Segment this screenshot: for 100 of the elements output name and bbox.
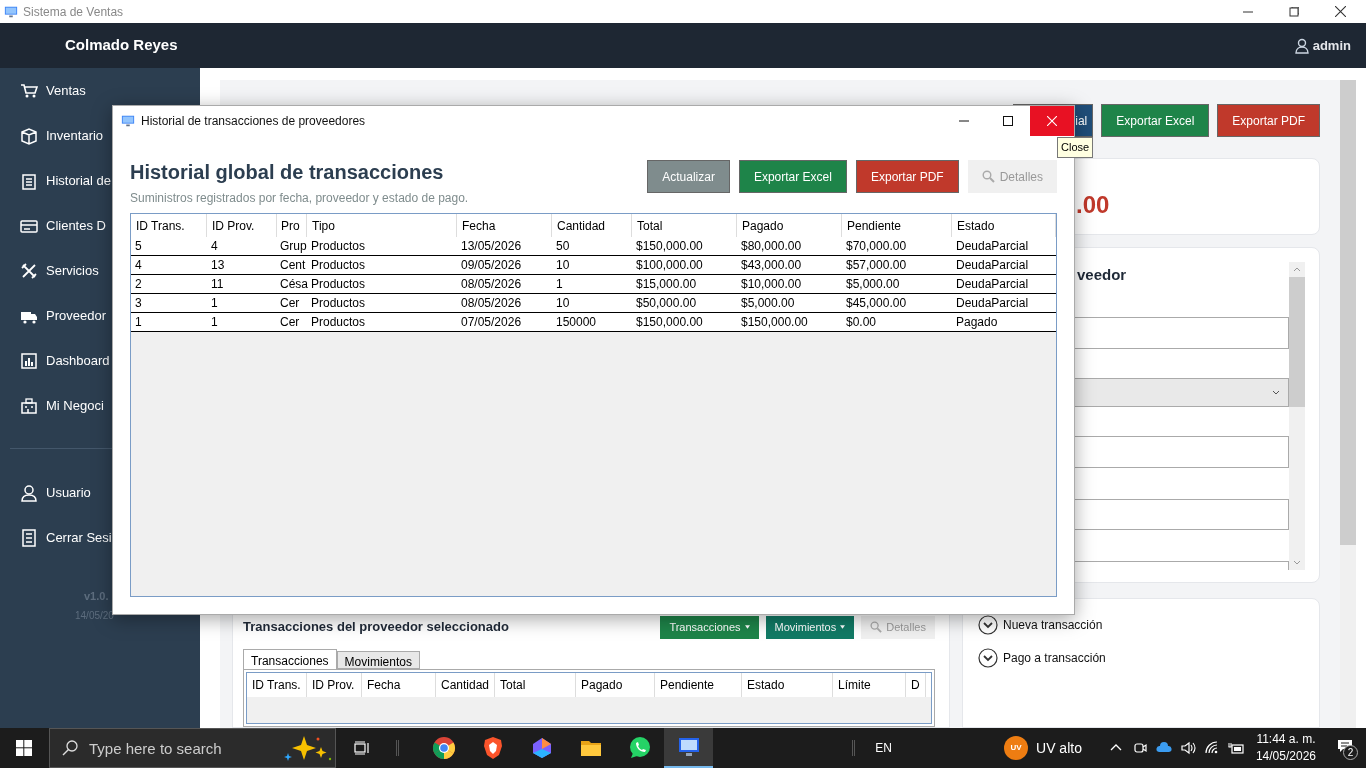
tooltip: Close [1057, 137, 1094, 158]
tab[interactable]: Transacciones [243, 649, 337, 669]
wifi-icon[interactable] [1203, 740, 1220, 756]
table-cell-text: 10 [555, 257, 571, 274]
table-cell-text: $43,000.00 [740, 257, 803, 274]
chrome-icon [431, 736, 456, 760]
column-header[interactable]: Cantidad [436, 673, 495, 697]
sidebar-item[interactable]: Dashboard [0, 338, 200, 383]
search-icon [62, 740, 78, 756]
column-header[interactable]: Límite [833, 673, 906, 697]
table-cell-text: 1 [555, 276, 564, 293]
table-cell-text: 09/05/2026 [460, 257, 523, 274]
table-cell-text: Césa [279, 276, 307, 293]
table-cell-text: 1 [210, 295, 219, 312]
search-icon [870, 621, 883, 633]
sidebar-icon [20, 261, 38, 280]
search-box[interactable]: Type here to search [49, 728, 336, 768]
table-cell-text: Cer [279, 314, 301, 331]
column-header[interactable]: ID Trans. [247, 673, 307, 697]
column-header[interactable]: ID Prov. [307, 673, 362, 697]
expander-toggle[interactable]: Nueva transacción [978, 615, 1319, 635]
column-header[interactable]: Total [495, 673, 576, 697]
camera-icon[interactable] [1131, 740, 1148, 756]
battery-icon[interactable] [1227, 740, 1244, 756]
clock[interactable]: 11:44 a. m. 14/05/2026 [1255, 731, 1316, 765]
close-icon[interactable] [1335, 6, 1346, 17]
monitor-icon [676, 735, 701, 759]
sidebar-icon [20, 81, 38, 100]
scrollbar[interactable] [1289, 262, 1305, 570]
toolbar-button[interactable]: Exportar Excel [1101, 104, 1210, 137]
menu-button[interactable]: Transacciones [660, 615, 759, 639]
summary-value: .00 [1076, 189, 1110, 220]
table-cell-text: 4 [134, 257, 143, 274]
table-cell-text: $0.00 [845, 314, 878, 331]
table-cell-text: 07/05/2026 [460, 314, 523, 331]
maximize-icon[interactable] [1003, 116, 1013, 126]
table-cell-text: Productos [310, 314, 367, 331]
table-cell-text: $5,000.00 [845, 276, 901, 293]
table-cell-text: 50 [555, 238, 571, 255]
table-cell-text: Productos [310, 238, 367, 255]
table-cell-text: 4 [210, 238, 219, 255]
app-icon [121, 114, 135, 128]
table-cell-text: 13/05/2026 [460, 238, 523, 255]
table-cell-text: 08/05/2026 [460, 276, 523, 293]
dialog-heading: Historial global de transacciones [130, 160, 445, 184]
scroll-down-icon [1293, 560, 1301, 565]
table-cell-text: $5,000.00 [740, 295, 796, 312]
scroll-up-icon [1293, 267, 1301, 272]
toolbar-button[interactable]: Exportar PDF [1217, 104, 1320, 137]
column-header[interactable]: D [906, 673, 926, 697]
menu-button[interactable]: Movimientos [765, 615, 855, 639]
speaker-icon[interactable] [1179, 740, 1196, 756]
table-cell-text: 10 [555, 295, 571, 312]
table-cell-text: DeudaParcial [955, 238, 1030, 255]
table-cell-text: $50,000.00 [635, 295, 698, 312]
table-cell-text: Cent [279, 257, 307, 274]
close-icon [1047, 116, 1057, 126]
notification-button[interactable]: 2 [1332, 733, 1360, 763]
dialog-title: Historial de transacciones de proveedores [141, 113, 366, 130]
column-header[interactable]: Fecha [362, 673, 436, 697]
sidebar-item[interactable]: Mi Negoci [0, 383, 200, 428]
table-cell-text: $45,000.00 [845, 295, 908, 312]
table-cell-text: $10,000.00 [740, 276, 803, 293]
table-cell-text: DeudaParcial [955, 276, 1030, 293]
table-cell-text: $150,000.00 [635, 238, 704, 255]
table-cell-text: 13 [210, 257, 226, 274]
scrollbar[interactable] [1340, 80, 1356, 728]
table-cell-text: Productos [310, 276, 367, 293]
toolbar-button[interactable]: Exportar PDF [855, 160, 959, 193]
table-cell-text: $100,000.00 [635, 257, 704, 274]
maximize-icon[interactable] [1289, 6, 1299, 17]
table-cell-text: $150,000.00 [635, 314, 704, 331]
windows-icon [16, 740, 32, 756]
table-cell-text: DeudaParcial [955, 257, 1030, 274]
table-cell-text: 08/05/2026 [460, 295, 523, 312]
sidebar-icon [20, 483, 38, 502]
window-title: Sistema de Ventas [23, 3, 124, 21]
sidebar-item[interactable]: Ventas [0, 68, 200, 113]
search-icon [981, 170, 995, 183]
tab[interactable]: Movimientos [336, 651, 420, 669]
expander-toggle[interactable]: Pago a transacción [978, 648, 1319, 668]
table-cell-text: Cer [279, 295, 301, 312]
sidebar-item[interactable]: Cerrar Sesi [0, 515, 200, 560]
table-cell-text: $15,000.00 [635, 276, 698, 293]
taskbar-app[interactable] [664, 728, 713, 768]
toolbar-button[interactable]: Exportar Excel [738, 160, 847, 193]
table-cell-text: Grup [279, 238, 307, 255]
sidebar-item[interactable]: Usuario [0, 470, 200, 515]
table-cell-text: 1 [210, 314, 219, 331]
form-title: veedor [1077, 266, 1127, 283]
username: admin [1312, 36, 1351, 55]
table-cell-text: $70,000.00 [845, 238, 908, 255]
sidebar-icon [20, 126, 38, 145]
search-field[interactable]: Type here to search [89, 736, 259, 760]
column-header[interactable]: Pagado [576, 673, 655, 697]
table-cell-text: 11 [210, 276, 225, 293]
column-header[interactable]: Estado [742, 673, 833, 697]
weather-text[interactable]: UV alto [1036, 737, 1082, 759]
language-indicator[interactable]: EN [875, 739, 892, 757]
column-header[interactable]: Pendiente [655, 673, 742, 697]
